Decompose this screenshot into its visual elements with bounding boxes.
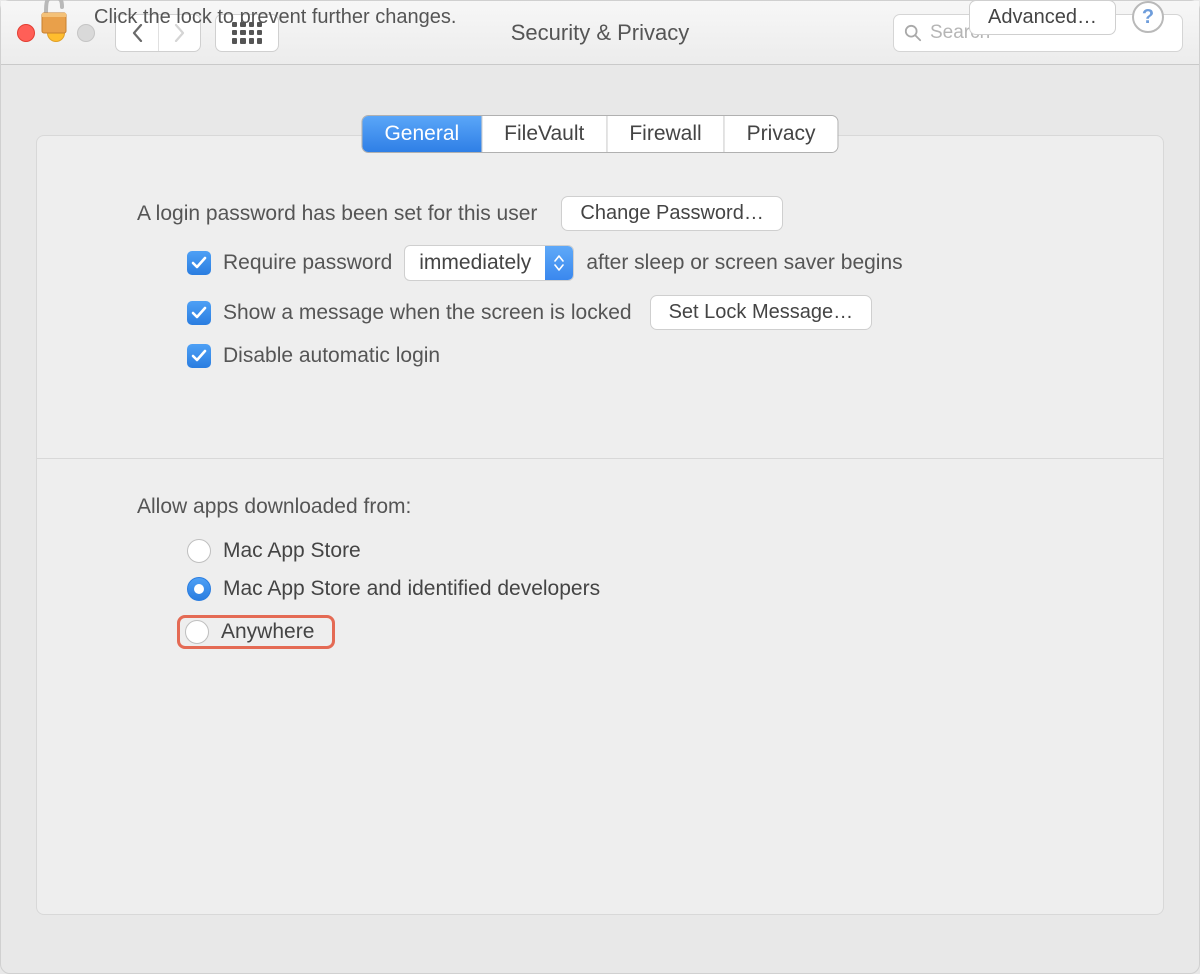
require-password-label: Require password	[223, 251, 392, 275]
radio-identified-developers[interactable]	[187, 577, 211, 601]
require-password-value: immediately	[405, 247, 545, 279]
show-message-row: Show a message when the screen is locked…	[137, 295, 1063, 330]
require-password-select[interactable]: immediately	[404, 245, 574, 281]
require-password-row: Require password immediately after sleep…	[137, 245, 1063, 281]
anywhere-highlight: Anywhere	[177, 615, 335, 649]
radio-identified-label: Mac App Store and identified developers	[223, 577, 600, 601]
checkmark-icon	[191, 348, 207, 364]
stepper-arrows-icon	[545, 246, 573, 280]
tab-filevault[interactable]: FileVault	[481, 116, 606, 152]
tab-firewall[interactable]: Firewall	[606, 116, 723, 152]
change-password-button[interactable]: Change Password…	[561, 196, 782, 231]
question-icon: ?	[1142, 6, 1154, 29]
login-password-text: A login password has been set for this u…	[137, 202, 537, 226]
disable-auto-login-checkbox[interactable]	[187, 344, 211, 368]
checkmark-icon	[191, 255, 207, 271]
show-message-label: Show a message when the screen is locked	[223, 301, 632, 325]
tab-privacy[interactable]: Privacy	[724, 116, 838, 152]
lock-icon[interactable]	[36, 0, 72, 43]
tab-bar: General FileVault Firewall Privacy	[361, 115, 838, 153]
allow-apps-title: Allow apps downloaded from:	[137, 495, 1063, 519]
advanced-button[interactable]: Advanced…	[969, 0, 1116, 35]
radio-mac-app-store-row: Mac App Store	[137, 539, 1063, 563]
lock-text: Click the lock to prevent further change…	[94, 6, 456, 29]
tab-general[interactable]: General	[362, 116, 481, 152]
show-message-checkbox[interactable]	[187, 301, 211, 325]
disable-auto-login-label: Disable automatic login	[223, 344, 440, 368]
section-divider	[37, 458, 1163, 459]
set-lock-message-button[interactable]: Set Lock Message…	[650, 295, 873, 330]
radio-mac-app-store[interactable]	[187, 539, 211, 563]
login-password-row: A login password has been set for this u…	[137, 196, 1063, 231]
disable-auto-login-row: Disable automatic login	[137, 344, 1063, 368]
general-panel: A login password has been set for this u…	[36, 135, 1164, 915]
footer: Click the lock to prevent further change…	[36, 0, 1164, 43]
radio-mac-app-store-label: Mac App Store	[223, 539, 361, 563]
radio-anywhere-row: Anywhere	[137, 615, 1063, 649]
checkmark-icon	[191, 305, 207, 321]
radio-anywhere-label: Anywhere	[221, 620, 314, 644]
radio-identified-row: Mac App Store and identified developers	[137, 577, 1063, 601]
close-window-icon[interactable]	[17, 24, 35, 42]
after-sleep-text: after sleep or screen saver begins	[586, 251, 902, 275]
radio-anywhere[interactable]	[185, 620, 209, 644]
require-password-checkbox[interactable]	[187, 251, 211, 275]
help-button[interactable]: ?	[1132, 1, 1164, 33]
